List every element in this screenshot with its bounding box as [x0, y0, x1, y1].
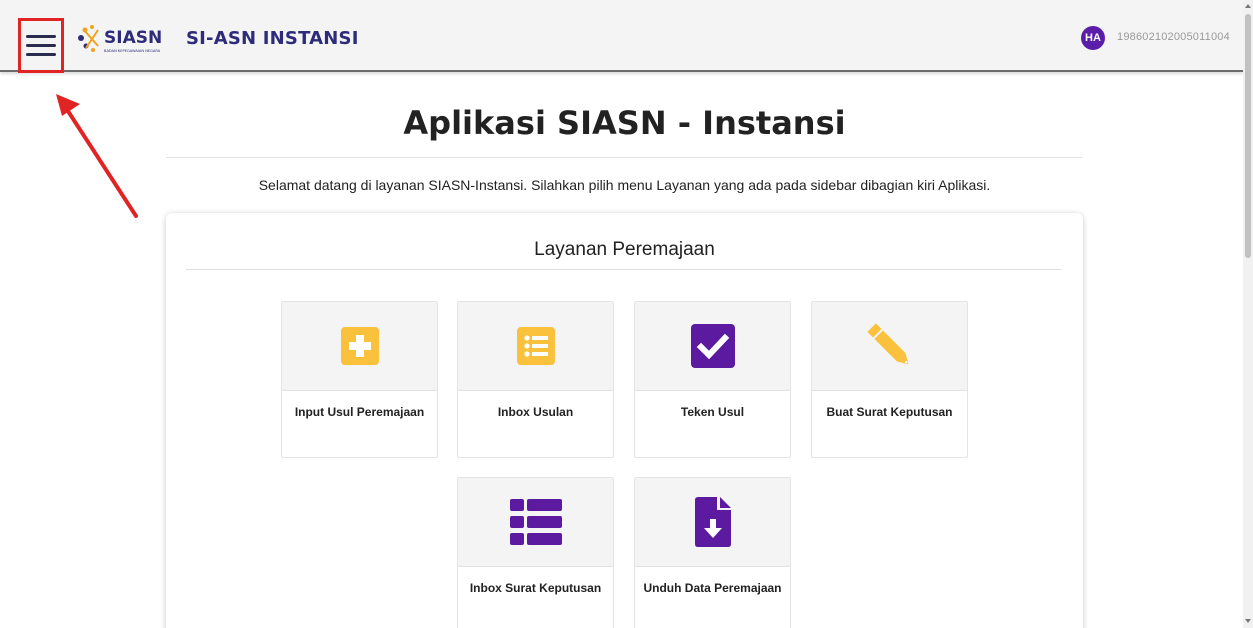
card-icon-area: [635, 302, 790, 391]
card-unduh-data-peremajaan[interactable]: Unduh Data Peremajaan: [634, 477, 791, 628]
services-panel: Layanan Peremajaan Input Usul Peremajaan: [166, 213, 1083, 628]
check-square-icon: [690, 324, 735, 368]
card-label: Inbox Surat Keputusan: [469, 581, 602, 595]
plus-square-icon: [340, 327, 379, 365]
card-inbox-surat-keputusan[interactable]: Inbox Surat Keputusan: [457, 477, 614, 628]
card-icon-area: [458, 478, 613, 567]
pencil-icon: [866, 323, 908, 365]
app-title: SI-ASN INSTANSI: [186, 28, 359, 49]
page: SIASN BADAN KEPEGAWAIAN NEGARA SI-ASN IN…: [0, 0, 1253, 628]
card-icon-area: [812, 302, 967, 391]
file-download-icon: [694, 497, 731, 547]
card-icon-area: [458, 302, 613, 391]
list-icon: [516, 327, 555, 365]
page-title: Aplikasi SIASN - Instansi: [403, 104, 846, 142]
user-id[interactable]: 198602102005011004: [1117, 31, 1230, 43]
scroll-thumb[interactable]: [1245, 14, 1251, 258]
card-icon-area: [282, 302, 437, 391]
logo-text: SIASN: [104, 28, 162, 48]
hamburger-line: [26, 53, 56, 56]
card-buat-surat-keputusan[interactable]: Buat Surat Keputusan: [811, 301, 968, 458]
scroll-down-arrow-icon[interactable]: [1245, 619, 1251, 623]
card-inbox-usulan[interactable]: Inbox Usulan: [457, 301, 614, 458]
avatar[interactable]: HA: [1081, 26, 1105, 50]
card-label: Buat Surat Keputusan: [826, 405, 953, 419]
siasn-logo[interactable]: SIASN BADAN KEPEGAWAIAN NEGARA: [76, 22, 180, 58]
hamburger-line: [26, 44, 56, 47]
card-icon-area: [635, 478, 790, 567]
table-list-icon: [509, 499, 562, 545]
vertical-scrollbar[interactable]: [1243, 0, 1253, 628]
scroll-up-arrow-icon[interactable]: [1245, 4, 1251, 8]
card-label: Input Usul Peremajaan: [294, 405, 425, 419]
divider: [186, 269, 1061, 270]
hamburger-line: [26, 35, 56, 38]
logo-subtext: BADAN KEPEGAWAIAN NEGARA: [104, 49, 161, 53]
divider: [166, 157, 1083, 158]
card-input-usul-peremajaan[interactable]: Input Usul Peremajaan: [281, 301, 438, 458]
top-bar: SIASN BADAN KEPEGAWAIAN NEGARA SI-ASN IN…: [0, 0, 1243, 73]
card-label: Inbox Usulan: [497, 405, 574, 419]
panel-title: Layanan Peremajaan: [534, 239, 715, 260]
card-label: Unduh Data Peremajaan: [643, 581, 782, 595]
card-label: Teken Usul: [680, 405, 745, 419]
hamburger-menu-button[interactable]: [18, 18, 64, 73]
welcome-text: Selamat datang di layanan SIASN-Instansi…: [258, 177, 991, 193]
card-teken-usul[interactable]: Teken Usul: [634, 301, 791, 458]
